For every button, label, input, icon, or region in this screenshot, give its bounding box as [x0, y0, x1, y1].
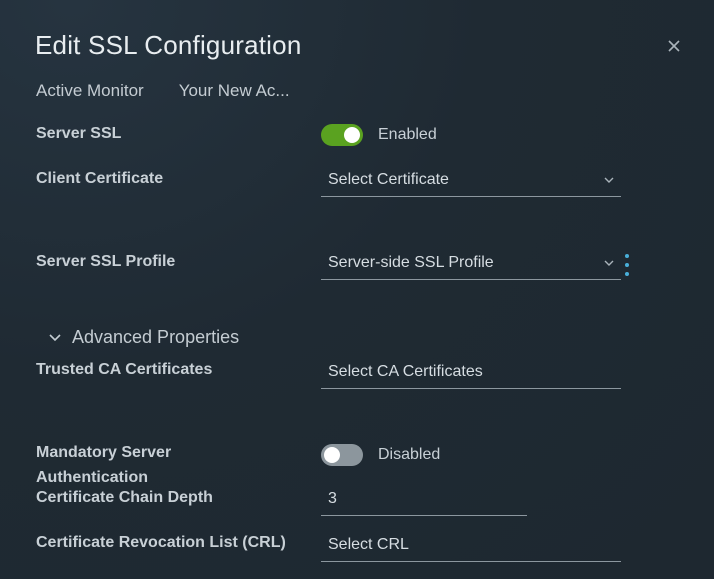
client-certificate-select[interactable]: Select Certificate: [321, 164, 621, 197]
server-ssl-profile-select[interactable]: Server-side SSL Profile: [321, 247, 621, 280]
client-certificate-label: Client Certificate: [36, 170, 164, 187]
server-ssl-profile-value: Server-side SSL Profile: [328, 254, 494, 271]
dialog-title: Edit SSL Configuration: [35, 30, 302, 60]
chain-depth-input[interactable]: 3: [321, 483, 527, 516]
toggle-knob: [344, 127, 360, 143]
crl-value: Select CRL: [328, 536, 409, 553]
server-ssl-label: Server SSL: [36, 125, 122, 142]
kebab-menu-icon[interactable]: [623, 253, 631, 277]
trusted-ca-label: Trusted CA Certificates: [36, 361, 213, 378]
server-ssl-toggle-text: Enabled: [378, 126, 437, 143]
advanced-properties-label: Advanced Properties: [72, 327, 240, 347]
server-ssl-profile-label: Server SSL Profile: [36, 253, 176, 270]
trusted-ca-value: Select CA Certificates: [328, 363, 483, 380]
chain-depth-value: 3: [328, 490, 337, 507]
tab-active-monitor[interactable]: Active Monitor: [36, 81, 144, 101]
trusted-ca-select[interactable]: Select CA Certificates: [321, 356, 621, 389]
tab-your-new-ac[interactable]: Your New Ac...: [179, 81, 290, 101]
edit-ssl-dialog: Edit SSL Configuration Active Monitor You…: [0, 0, 714, 579]
mandatory-auth-label-line1: Mandatory Server: [36, 444, 172, 461]
crl-label: Certificate Revocation List (CRL): [36, 534, 286, 551]
chevron-down-icon: [604, 260, 614, 266]
mandatory-auth-toggle[interactable]: [321, 444, 363, 466]
chevron-down-icon: [49, 334, 61, 342]
server-ssl-toggle[interactable]: [321, 124, 363, 146]
close-icon[interactable]: [665, 37, 683, 55]
advanced-properties-toggle[interactable]: Advanced Properties: [48, 327, 239, 348]
chain-depth-label: Certificate Chain Depth: [36, 489, 213, 506]
chevron-down-icon: [604, 177, 614, 183]
crl-select[interactable]: Select CRL: [321, 529, 621, 562]
toggle-knob: [324, 447, 340, 463]
breadcrumb-tabs: Active Monitor Your New Ac...: [36, 81, 290, 101]
mandatory-auth-toggle-text: Disabled: [378, 446, 441, 463]
client-certificate-value: Select Certificate: [328, 171, 449, 188]
